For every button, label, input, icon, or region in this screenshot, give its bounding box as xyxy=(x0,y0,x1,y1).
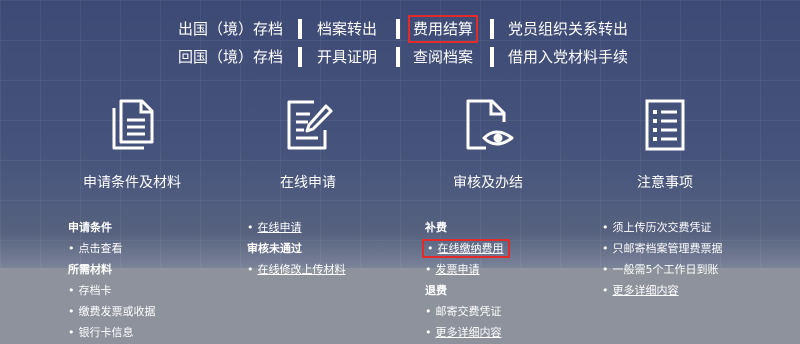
list-item: • 须上传历次交费凭证 xyxy=(602,221,712,234)
list-item: • 更多详细内容 xyxy=(602,284,679,297)
checklist-icon xyxy=(645,99,685,151)
list-item: • 一般需5个工作日到账 xyxy=(602,263,719,276)
list-item: • 在线申请 xyxy=(247,221,302,234)
nav-separator xyxy=(396,19,400,39)
notes-list: • 须上传历次交费凭证 • 只邮寄档案管理费票据 • 一般需5个工作日到账 • 更多详细… xyxy=(602,218,723,302)
list-item: • 邮寄交费凭证 xyxy=(425,305,502,318)
list-item: • 点击查看 xyxy=(68,242,123,255)
edit-form-icon xyxy=(287,100,333,150)
online-apply-link[interactable]: 在线申请 xyxy=(258,221,302,234)
online-pay-fee-link[interactable]: 在线缴纳费用 xyxy=(438,242,504,255)
list-item: • 银行卡信息 xyxy=(68,326,134,339)
category-online-apply[interactable]: 在线申请 xyxy=(223,96,393,192)
nav-separator xyxy=(298,19,302,39)
category-label: 审核及办结 xyxy=(453,175,523,191)
category-review-complete[interactable]: 审核及办结 xyxy=(403,96,573,192)
nav-separator xyxy=(298,47,302,67)
category-conditions[interactable]: 申请条件及材料 xyxy=(47,96,217,192)
review-failed-heading: 审核未通过 xyxy=(247,242,302,255)
list-item: • 在线修改上传材料 xyxy=(247,263,346,276)
invoice-request-link[interactable]: 发票申请 xyxy=(436,263,480,276)
conditions-heading: 申请条件 xyxy=(68,221,112,234)
more-details-link[interactable]: 更多详细内容 xyxy=(613,284,679,297)
nav-separator xyxy=(490,19,494,39)
nav-outbound-archive[interactable]: 出国（境）存档 xyxy=(178,20,283,38)
conditions-list: 申请条件 • 点击查看 所需材料 • 存档卡 • 缴费发票或收据 • 银行卡信息 xyxy=(68,218,156,344)
nav-view-archive[interactable]: 查阅档案 xyxy=(413,48,473,66)
supplement-fee-heading: 补费 xyxy=(425,221,447,234)
more-details-link[interactable]: 更多详细内容 xyxy=(436,326,502,339)
nav-archive-transfer-out[interactable]: 档案转出 xyxy=(317,20,377,38)
online-apply-list: • 在线申请 审核未通过 • 在线修改上传材料 xyxy=(247,218,346,281)
nav-fee-settlement[interactable]: 费用结算 xyxy=(407,15,479,43)
category-label: 申请条件及材料 xyxy=(83,175,181,191)
nav-borrow-party-materials[interactable]: 借用入党材料手续 xyxy=(508,48,628,66)
review-list: 补费 • 在线缴纳费用 • 发票申请 退费 • 邮寄交费凭证 • 更多详细内容 xyxy=(422,218,510,344)
category-label: 在线申请 xyxy=(280,175,336,191)
nav-party-relation-transfer[interactable]: 党员组织关系转出 xyxy=(508,20,628,38)
nav-separator xyxy=(396,47,400,67)
category-notes[interactable]: 注意事项 xyxy=(580,96,750,192)
list-item: • 存档卡 xyxy=(68,284,112,297)
category-label: 注意事项 xyxy=(637,175,693,191)
nav-return-archive[interactable]: 回国（境）存档 xyxy=(178,48,283,66)
list-item: • 更多详细内容 xyxy=(425,326,502,339)
list-item: • 缴费发票或收据 xyxy=(68,305,156,318)
view-document-icon xyxy=(466,99,514,150)
view-conditions-link[interactable]: 点击查看 xyxy=(79,242,123,255)
list-item: • 只邮寄档案管理费票据 xyxy=(602,242,723,255)
top-navigation: 出国（境）存档 档案转出 费用结算 党员组织关系转出 回国（境）存档 开具证明 … xyxy=(0,0,800,80)
list-item: • 发票申请 xyxy=(425,263,480,276)
list-item: • 在线缴纳费用 xyxy=(422,239,510,260)
nav-separator xyxy=(490,47,494,67)
nav-issue-certificate[interactable]: 开具证明 xyxy=(317,48,377,66)
materials-heading: 所需材料 xyxy=(68,263,112,276)
documents-icon xyxy=(112,99,154,150)
modify-upload-link[interactable]: 在线修改上传材料 xyxy=(258,263,346,276)
refund-heading: 退费 xyxy=(425,284,447,297)
